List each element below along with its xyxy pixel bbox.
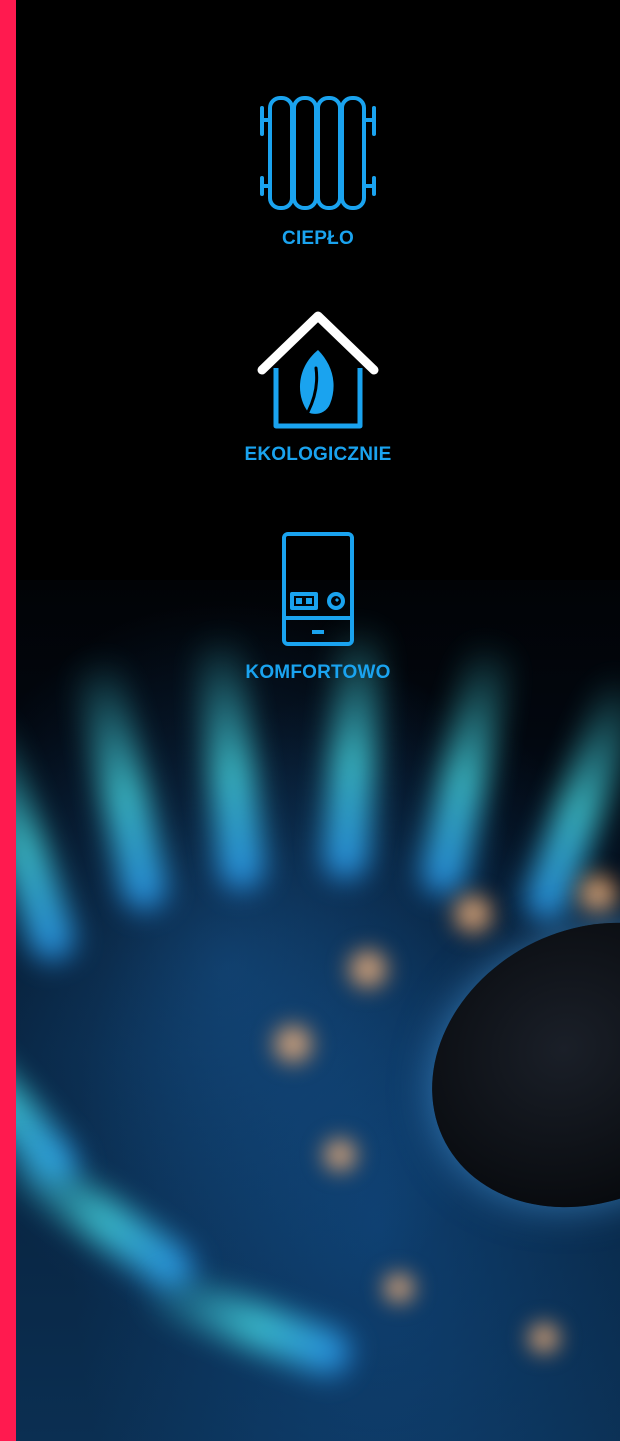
flame-glow [266, 1020, 320, 1068]
feature-heat: CIEPŁO [16, 86, 620, 250]
flame-glow [341, 945, 395, 993]
feature-label: EKOLOGICZNIE [244, 444, 392, 465]
flame-glow [376, 1270, 422, 1306]
gas-boiler-icon [282, 532, 354, 646]
flame-glow [316, 1135, 364, 1175]
flame-shape [16, 705, 81, 968]
flame-shape [72, 650, 172, 915]
radiator-icon [260, 96, 376, 210]
burner-cap [381, 868, 620, 1262]
flame-shape [134, 1263, 357, 1382]
flame-glow [521, 1320, 567, 1356]
eco-house-icon [257, 311, 379, 429]
flame-glow [446, 890, 500, 938]
feature-eco: EKOLOGICZNIE [16, 308, 620, 466]
feature-label: KOMFORTOWO [245, 662, 391, 683]
feature-comfort: KOMFORTOWO [16, 530, 620, 684]
feature-label: CIEPŁO [282, 228, 354, 249]
gas-burner-flame-image [16, 580, 620, 1441]
accent-side-bar [0, 0, 16, 1441]
flame-glow [571, 870, 620, 918]
